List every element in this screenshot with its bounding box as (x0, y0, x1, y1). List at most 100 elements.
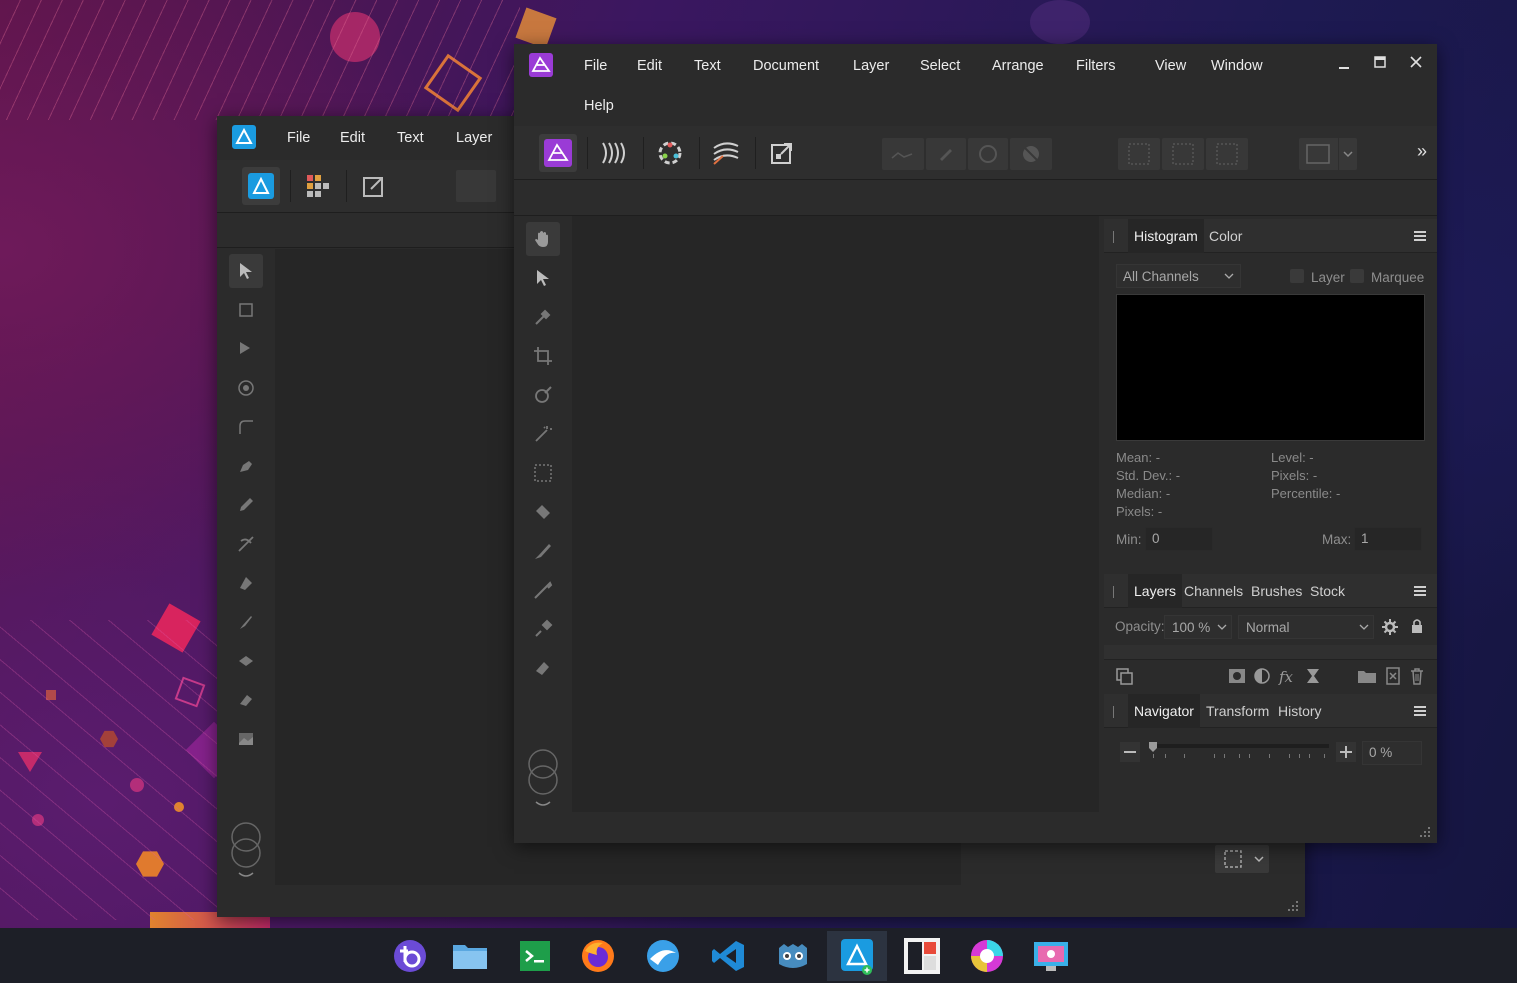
zoom-out-button[interactable] (1120, 742, 1140, 762)
designer-app-icon[interactable] (232, 125, 256, 149)
channel-select[interactable]: All Channels (1116, 264, 1241, 288)
selection-mode-button-3[interactable] (1206, 138, 1248, 170)
layer-checkbox[interactable] (1290, 269, 1304, 283)
pixel-persona-button[interactable] (299, 167, 337, 205)
tab-transform[interactable]: Transform (1200, 694, 1275, 728)
blend-mode-select[interactable]: Normal (1238, 615, 1374, 639)
vector-brush-tool[interactable] (229, 527, 263, 561)
selection-brush-tool[interactable] (526, 378, 560, 412)
layer-settings-button[interactable] (1381, 618, 1399, 636)
layers-list[interactable] (1104, 645, 1437, 659)
photo-resize-grip[interactable] (1419, 825, 1431, 837)
auto-levels-button[interactable] (882, 138, 924, 170)
menu-window[interactable]: Window (1211, 58, 1263, 74)
pen-tool[interactable] (229, 449, 263, 483)
color-swatch-circles[interactable] (229, 819, 263, 879)
menu-arrange[interactable]: Arrange (992, 58, 1044, 74)
color-picker-tool[interactable] (526, 300, 560, 334)
panel-grip[interactable] (1113, 586, 1114, 598)
erase-brush-tool[interactable] (526, 651, 560, 685)
menu-view[interactable]: View (1155, 58, 1186, 74)
layers-menu-icon[interactable] (1414, 586, 1426, 596)
dodge-tool[interactable] (526, 573, 560, 607)
export-persona-button[interactable] (355, 167, 393, 205)
paint-brush-tool[interactable] (526, 534, 560, 568)
menu-text[interactable]: Text (694, 58, 721, 74)
taskbar-godot[interactable] (763, 931, 823, 981)
selection-mode-button-2[interactable] (1162, 138, 1204, 170)
artboard-tool[interactable] (229, 293, 263, 327)
tab-channels[interactable]: Channels (1178, 574, 1249, 608)
selection-mode-button-1[interactable] (1118, 138, 1160, 170)
menu-filters[interactable]: Filters (1076, 58, 1115, 74)
opacity-field[interactable]: 100 % (1164, 615, 1232, 639)
rectangular-marquee-tool[interactable] (526, 456, 560, 490)
auto-contrast-button[interactable] (926, 138, 966, 170)
place-image-tool[interactable] (229, 722, 263, 756)
tab-brushes[interactable]: Brushes (1245, 574, 1308, 608)
export-persona-button[interactable] (763, 134, 801, 172)
point-transform-tool[interactable] (229, 371, 263, 405)
tab-histogram[interactable]: Histogram (1128, 219, 1204, 253)
designer-menu-text[interactable]: Text (397, 130, 424, 146)
designer-menu-file[interactable]: File (287, 130, 310, 146)
max-field[interactable]: 1 (1354, 527, 1422, 551)
menu-document[interactable]: Document (753, 58, 819, 74)
paint-brush-tool[interactable] (229, 605, 263, 639)
tab-stock[interactable]: Stock (1304, 574, 1351, 608)
transparency-tool[interactable] (229, 644, 263, 678)
maximize-button[interactable] (1368, 50, 1392, 74)
designer-resize-grip[interactable] (1287, 899, 1299, 911)
crop-tool[interactable] (526, 339, 560, 373)
close-button[interactable] (1404, 50, 1428, 74)
auto-colors-button[interactable] (968, 138, 1008, 170)
pencil-tool[interactable] (229, 488, 263, 522)
panel-grip[interactable] (1113, 706, 1114, 718)
taskbar-screen-capture[interactable] (1021, 931, 1081, 981)
tab-navigator[interactable]: Navigator (1128, 694, 1200, 728)
color-swatch-circles[interactable] (526, 746, 560, 808)
panel-grip[interactable] (1113, 231, 1114, 243)
develop-persona-button[interactable] (651, 134, 689, 172)
move-tool[interactable] (526, 261, 560, 295)
erase-tool[interactable] (229, 683, 263, 717)
taskbar-tiles[interactable] (892, 931, 952, 981)
toolbar-overflow-button[interactable]: » (1417, 141, 1427, 162)
taskbar-vscode[interactable] (698, 931, 758, 981)
auto-white-balance-button[interactable] (1010, 138, 1052, 170)
zoom-slider[interactable] (1149, 742, 1329, 762)
flood-select-tool[interactable] (526, 417, 560, 451)
tab-color[interactable]: Color (1203, 219, 1248, 253)
taskbar-tabby[interactable] (380, 931, 440, 981)
designer-persona-button[interactable] (242, 167, 280, 205)
liquify-persona-button[interactable] (595, 134, 633, 172)
zoom-slider-thumb[interactable] (1149, 742, 1157, 752)
taskbar-color-app[interactable] (957, 931, 1017, 981)
marquee-checkbox[interactable] (1350, 269, 1364, 283)
minimize-button[interactable] (1332, 52, 1356, 76)
designer-menu-edit[interactable]: Edit (340, 130, 365, 146)
taskbar-firefox[interactable] (568, 931, 628, 981)
tab-layers[interactable]: Layers (1128, 574, 1183, 608)
navigator-menu-icon[interactable] (1414, 706, 1426, 716)
histogram-menu-icon[interactable] (1414, 231, 1426, 241)
photo-persona-button[interactable] (539, 134, 577, 172)
hand-tool[interactable] (526, 222, 560, 256)
menu-edit[interactable]: Edit (637, 58, 662, 74)
menu-layer[interactable]: Layer (853, 58, 889, 74)
lock-layer-button[interactable] (1409, 617, 1425, 635)
designer-menu-layer[interactable]: Layer (456, 130, 492, 146)
tone-mapping-persona-button[interactable] (707, 134, 745, 172)
clone-tool[interactable] (526, 612, 560, 646)
flood-fill-tool[interactable] (526, 495, 560, 529)
taskbar-affinity-designer[interactable] (827, 931, 887, 981)
view-mode-dropdown[interactable] (1299, 138, 1357, 170)
taskbar-terminal[interactable] (505, 931, 565, 981)
designer-view-mode-button[interactable] (1215, 845, 1269, 873)
min-field[interactable]: 0 (1145, 527, 1213, 551)
photo-canvas[interactable] (572, 216, 1099, 812)
zoom-in-button[interactable] (1336, 742, 1356, 762)
corner-tool[interactable] (229, 410, 263, 444)
taskbar-file-explorer[interactable] (440, 931, 500, 981)
taskbar-browser[interactable] (633, 931, 693, 981)
